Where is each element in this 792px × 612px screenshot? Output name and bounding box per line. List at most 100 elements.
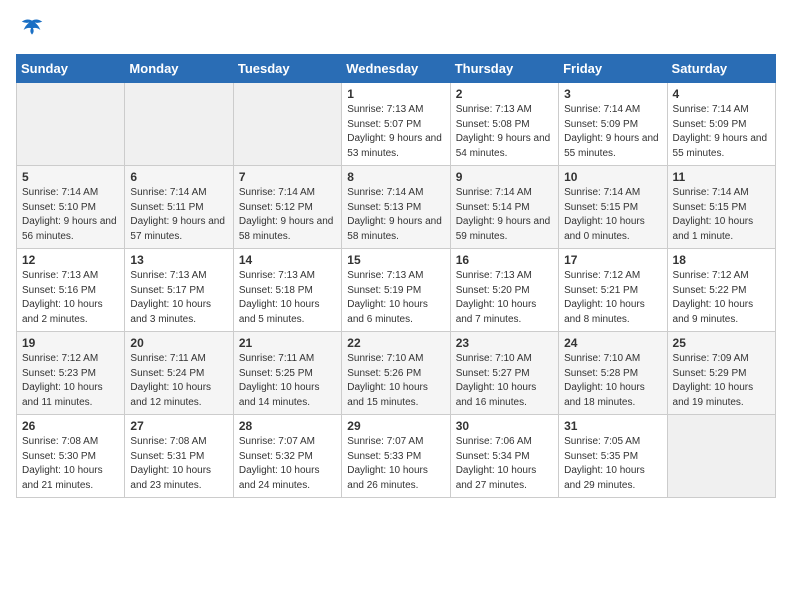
calendar-cell: 22Sunrise: 7:10 AM Sunset: 5:26 PM Dayli…	[342, 332, 450, 415]
calendar-cell	[233, 83, 341, 166]
calendar-cell	[667, 415, 775, 498]
day-number: 31	[564, 419, 661, 433]
day-number: 14	[239, 253, 336, 267]
day-number: 25	[673, 336, 770, 350]
day-number: 1	[347, 87, 444, 101]
day-content: Sunrise: 7:13 AM Sunset: 5:16 PM Dayligh…	[22, 269, 119, 327]
day-content: Sunrise: 7:13 AM Sunset: 5:18 PM Dayligh…	[239, 269, 336, 327]
day-content: Sunrise: 7:05 AM Sunset: 5:35 PM Dayligh…	[564, 435, 661, 493]
calendar-cell: 2 Sunrise: 7:13 AM Sunset: 5:08 PM Daylig…	[450, 83, 558, 166]
day-content: Sunrise: 7:13 AM Sunset: 5:17 PM Dayligh…	[130, 269, 227, 327]
col-header-saturday: Saturday	[667, 55, 775, 83]
calendar-cell: 20 Sunrise: 7:11 AM Sunset: 5:24 PM Dayli…	[125, 332, 233, 415]
col-header-wednesday: Wednesday	[342, 55, 450, 83]
calendar-cell: 1 Sunrise: 7:13 AM Sunset: 5:07 PM Daylig…	[342, 83, 450, 166]
col-header-thursday: Thursday	[450, 55, 558, 83]
day-content: Sunrise: 7:10 AM Sunset: 5:28 PM Dayligh…	[564, 352, 661, 410]
day-content: Sunrise: 7:14 AM Sunset: 5:10 PM Dayligh…	[22, 186, 119, 244]
day-content: Sunrise: 7:06 AM Sunset: 5:34 PM Dayligh…	[456, 435, 553, 493]
day-number: 19	[22, 336, 119, 350]
calendar-cell: 9Sunrise: 7:14 AM Sunset: 5:14 PM Daylig…	[450, 166, 558, 249]
day-content: Sunrise: 7:10 AM Sunset: 5:26 PM Dayligh…	[347, 352, 444, 410]
calendar-cell: 27Sunrise: 7:08 AM Sunset: 5:31 PM Dayli…	[125, 415, 233, 498]
day-content: Sunrise: 7:11 AM Sunset: 5:25 PM Dayligh…	[239, 352, 336, 410]
day-number: 6	[130, 170, 227, 184]
day-content: Sunrise: 7:14 AM Sunset: 5:11 PM Dayligh…	[130, 186, 227, 244]
day-number: 15	[347, 253, 444, 267]
calendar-cell: 4Sunrise: 7:14 AM Sunset: 5:09 PM Daylig…	[667, 83, 775, 166]
day-content: Sunrise: 7:07 AM Sunset: 5:33 PM Dayligh…	[347, 435, 444, 493]
day-number: 5	[22, 170, 119, 184]
col-header-friday: Friday	[559, 55, 667, 83]
calendar-cell: 17 Sunrise: 7:12 AM Sunset: 5:21 PM Dayli…	[559, 249, 667, 332]
day-number: 3	[564, 87, 661, 101]
calendar-cell: 10 Sunrise: 7:14 AM Sunset: 5:15 PM Dayli…	[559, 166, 667, 249]
calendar-cell: 29 Sunrise: 7:07 AM Sunset: 5:33 PM Dayli…	[342, 415, 450, 498]
day-content: Sunrise: 7:09 AM Sunset: 5:29 PM Dayligh…	[673, 352, 770, 410]
day-content: Sunrise: 7:14 AM Sunset: 5:15 PM Dayligh…	[564, 186, 661, 244]
calendar-cell: 23Sunrise: 7:10 AM Sunset: 5:27 PM Dayli…	[450, 332, 558, 415]
day-number: 9	[456, 170, 553, 184]
calendar-cell: 7 Sunrise: 7:14 AM Sunset: 5:12 PM Daylig…	[233, 166, 341, 249]
day-content: Sunrise: 7:14 AM Sunset: 5:15 PM Dayligh…	[673, 186, 770, 244]
day-number: 20	[130, 336, 227, 350]
calendar-cell: 6 Sunrise: 7:14 AM Sunset: 5:11 PM Daylig…	[125, 166, 233, 249]
day-number: 2	[456, 87, 553, 101]
calendar-cell: 30 Sunrise: 7:06 AM Sunset: 5:34 PM Dayli…	[450, 415, 558, 498]
calendar-cell: 24 Sunrise: 7:10 AM Sunset: 5:28 PM Dayli…	[559, 332, 667, 415]
day-number: 7	[239, 170, 336, 184]
header	[16, 16, 776, 44]
day-content: Sunrise: 7:12 AM Sunset: 5:21 PM Dayligh…	[564, 269, 661, 327]
col-header-sunday: Sunday	[17, 55, 125, 83]
day-number: 18	[673, 253, 770, 267]
day-number: 21	[239, 336, 336, 350]
week-row-5: 26 Sunrise: 7:08 AM Sunset: 5:30 PM Dayli…	[17, 415, 776, 498]
day-number: 17	[564, 253, 661, 267]
day-number: 8	[347, 170, 444, 184]
calendar-cell: 5 Sunrise: 7:14 AM Sunset: 5:10 PM Daylig…	[17, 166, 125, 249]
day-number: 10	[564, 170, 661, 184]
calendar-cell: 13 Sunrise: 7:13 AM Sunset: 5:17 PM Dayli…	[125, 249, 233, 332]
day-content: Sunrise: 7:12 AM Sunset: 5:23 PM Dayligh…	[22, 352, 119, 410]
day-number: 29	[347, 419, 444, 433]
calendar-cell	[17, 83, 125, 166]
day-number: 30	[456, 419, 553, 433]
calendar-cell: 3 Sunrise: 7:14 AM Sunset: 5:09 PM Daylig…	[559, 83, 667, 166]
day-content: Sunrise: 7:14 AM Sunset: 5:12 PM Dayligh…	[239, 186, 336, 244]
day-content: Sunrise: 7:14 AM Sunset: 5:13 PM Dayligh…	[347, 186, 444, 244]
logo-bird-icon	[18, 16, 46, 44]
day-number: 11	[673, 170, 770, 184]
day-content: Sunrise: 7:08 AM Sunset: 5:30 PM Dayligh…	[22, 435, 119, 493]
day-content: Sunrise: 7:11 AM Sunset: 5:24 PM Dayligh…	[130, 352, 227, 410]
day-number: 24	[564, 336, 661, 350]
day-number: 26	[22, 419, 119, 433]
calendar-cell: 28 Sunrise: 7:07 AM Sunset: 5:32 PM Dayli…	[233, 415, 341, 498]
week-row-2: 5 Sunrise: 7:14 AM Sunset: 5:10 PM Daylig…	[17, 166, 776, 249]
calendar-cell: 14 Sunrise: 7:13 AM Sunset: 5:18 PM Dayli…	[233, 249, 341, 332]
day-number: 16	[456, 253, 553, 267]
day-content: Sunrise: 7:13 AM Sunset: 5:07 PM Dayligh…	[347, 103, 444, 161]
col-header-tuesday: Tuesday	[233, 55, 341, 83]
calendar-table: SundayMondayTuesdayWednesdayThursdayFrid…	[16, 54, 776, 498]
day-content: Sunrise: 7:14 AM Sunset: 5:09 PM Dayligh…	[564, 103, 661, 161]
calendar-cell: 12Sunrise: 7:13 AM Sunset: 5:16 PM Dayli…	[17, 249, 125, 332]
day-content: Sunrise: 7:13 AM Sunset: 5:19 PM Dayligh…	[347, 269, 444, 327]
day-number: 13	[130, 253, 227, 267]
week-row-4: 19 Sunrise: 7:12 AM Sunset: 5:23 PM Dayli…	[17, 332, 776, 415]
day-content: Sunrise: 7:13 AM Sunset: 5:20 PM Dayligh…	[456, 269, 553, 327]
day-number: 27	[130, 419, 227, 433]
day-number: 23	[456, 336, 553, 350]
logo	[16, 16, 46, 44]
week-row-3: 12Sunrise: 7:13 AM Sunset: 5:16 PM Dayli…	[17, 249, 776, 332]
day-number: 28	[239, 419, 336, 433]
calendar-cell: 15 Sunrise: 7:13 AM Sunset: 5:19 PM Dayli…	[342, 249, 450, 332]
calendar-cell: 26 Sunrise: 7:08 AM Sunset: 5:30 PM Dayli…	[17, 415, 125, 498]
calendar-cell: 25 Sunrise: 7:09 AM Sunset: 5:29 PM Dayli…	[667, 332, 775, 415]
day-content: Sunrise: 7:07 AM Sunset: 5:32 PM Dayligh…	[239, 435, 336, 493]
calendar-cell: 11 Sunrise: 7:14 AM Sunset: 5:15 PM Dayli…	[667, 166, 775, 249]
calendar-cell: 19 Sunrise: 7:12 AM Sunset: 5:23 PM Dayli…	[17, 332, 125, 415]
calendar-cell: 31 Sunrise: 7:05 AM Sunset: 5:35 PM Dayli…	[559, 415, 667, 498]
day-content: Sunrise: 7:13 AM Sunset: 5:08 PM Dayligh…	[456, 103, 553, 161]
day-content: Sunrise: 7:12 AM Sunset: 5:22 PM Dayligh…	[673, 269, 770, 327]
calendar-header-row: SundayMondayTuesdayWednesdayThursdayFrid…	[17, 55, 776, 83]
